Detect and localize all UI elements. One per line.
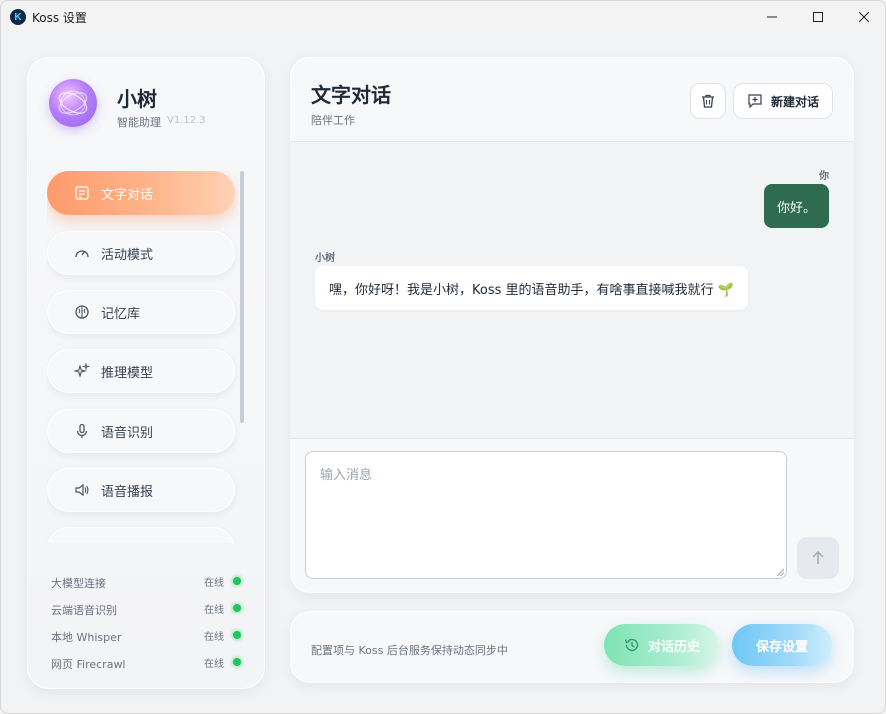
- status-label: 云端语音识别: [51, 604, 117, 617]
- nav-item-reasoning-model[interactable]: 推理模型: [47, 349, 235, 393]
- online-indicator: [233, 604, 241, 612]
- input-divider: [290, 438, 854, 439]
- speaker-icon: [73, 481, 91, 499]
- new-message-icon: [748, 94, 762, 109]
- status-row-cloud-asr: 云端语音识别 在线: [51, 598, 243, 625]
- nav-item-more[interactable]: [47, 527, 235, 543]
- assistant-name: 小树: [117, 87, 157, 111]
- gauge-icon: [73, 244, 91, 262]
- arrow-up-icon: [812, 550, 824, 564]
- status-label: 本地 Whisper: [51, 631, 122, 644]
- status-value: 在线: [204, 632, 224, 643]
- message-input[interactable]: [305, 451, 787, 579]
- nav-item-label: 推理模型: [101, 365, 154, 381]
- title-bar: K Koss 设置: [1, 1, 885, 33]
- clear-chat-button[interactable]: [690, 83, 726, 119]
- nav-item-memory[interactable]: 记忆库: [47, 290, 235, 334]
- chat-panel: 文字对话 陪伴工作 新建对话 你 你好。 小树 嘿，你好呀！我是小树，Koss …: [290, 57, 854, 593]
- brain-icon: [73, 303, 91, 321]
- resize-grip-icon[interactable]: [776, 568, 784, 576]
- user-message-bubble: 你好。: [763, 184, 829, 228]
- online-indicator: [233, 577, 241, 585]
- assistant-message-bubble: 嘿，你好呀！我是小树，Koss 里的语音助手，有啥事直接喊我就行 🌱: [315, 266, 748, 310]
- nav-item-label: 语音播报: [101, 484, 154, 500]
- page-title: 文字对话: [311, 83, 391, 107]
- sidebar: 小树 智能助理 V1.12.3 文字对话 活动模式 记忆库 推理模型 语音识别 …: [27, 57, 265, 689]
- nav-item-label: 记忆库: [101, 306, 141, 322]
- save-settings-button[interactable]: 保存设置: [732, 624, 832, 666]
- new-chat-button[interactable]: 新建对话: [733, 83, 833, 119]
- new-chat-label: 新建对话: [771, 94, 820, 109]
- nav-item-text-chat[interactable]: 文字对话: [47, 171, 235, 215]
- nav-item-speech-recognition[interactable]: 语音识别: [47, 409, 235, 453]
- orb-icon: [58, 90, 88, 116]
- maximize-icon: [813, 12, 823, 22]
- sync-status-note: 配置项与 Koss 后台服务保持动态同步中: [311, 644, 508, 657]
- assistant-avatar: [49, 79, 97, 127]
- status-value: 在线: [204, 605, 224, 616]
- trash-icon: [702, 94, 714, 108]
- status-row-firecrawl: 网页 Firecrawl 在线: [51, 652, 243, 679]
- nav-item-label: 活动模式: [101, 247, 154, 263]
- message-sender: 你: [819, 171, 829, 182]
- status-value: 在线: [204, 578, 224, 589]
- chat-icon: [73, 184, 91, 202]
- version-label: V1.12.3: [167, 115, 206, 126]
- status-label: 大模型连接: [51, 577, 106, 590]
- nav-item-label: 语音识别: [101, 425, 154, 441]
- settings-window: K Koss 设置 小树 智能助理 V1.12.3 文字对话 活动模式 记忆库 …: [0, 0, 886, 714]
- online-indicator: [233, 631, 241, 639]
- status-row-whisper: 本地 Whisper 在线: [51, 625, 243, 652]
- sidebar-scrollbar[interactable]: [240, 171, 244, 423]
- app-logo-icon: K: [10, 9, 26, 25]
- maximize-button[interactable]: [795, 1, 841, 33]
- status-label: 网页 Firecrawl: [51, 658, 126, 671]
- message-sender: 小树: [315, 253, 335, 264]
- minimize-button[interactable]: [749, 1, 795, 33]
- service-status-list: 大模型连接 在线 云端语音识别 在线 本地 Whisper 在线 网页 Fire…: [51, 571, 243, 679]
- status-row-llm: 大模型连接 在线: [51, 571, 243, 598]
- sparkles-icon: [73, 362, 91, 380]
- page-subtitle: 陪伴工作: [311, 114, 355, 127]
- history-icon: [624, 638, 639, 652]
- send-button[interactable]: [797, 537, 839, 579]
- window-title: Koss 设置: [32, 11, 87, 25]
- microphone-icon: [73, 422, 91, 440]
- footer-bar: 配置项与 Koss 后台服务保持动态同步中 对话历史 保存设置: [290, 611, 854, 683]
- nav-item-voice-broadcast[interactable]: 语音播报: [47, 468, 235, 512]
- close-icon: [859, 12, 869, 22]
- history-label: 对话历史: [648, 639, 701, 655]
- nav-item-activity-mode[interactable]: 活动模式: [47, 231, 235, 275]
- nav-item-label: 文字对话: [101, 187, 154, 203]
- close-button[interactable]: [841, 1, 885, 33]
- status-value: 在线: [204, 659, 224, 670]
- save-label: 保存设置: [755, 639, 808, 655]
- chat-history-button[interactable]: 对话历史: [604, 624, 718, 666]
- assistant-subtitle: 智能助理: [117, 116, 161, 129]
- online-indicator: [233, 658, 241, 666]
- sidebar-nav: 文字对话 活动模式 记忆库 推理模型 语音识别 语音播报: [47, 171, 239, 543]
- minimize-icon: [767, 16, 777, 18]
- message-list: 你 你好。 小树 嘿，你好呀！我是小树，Koss 里的语音助手，有啥事直接喊我就…: [290, 142, 854, 438]
